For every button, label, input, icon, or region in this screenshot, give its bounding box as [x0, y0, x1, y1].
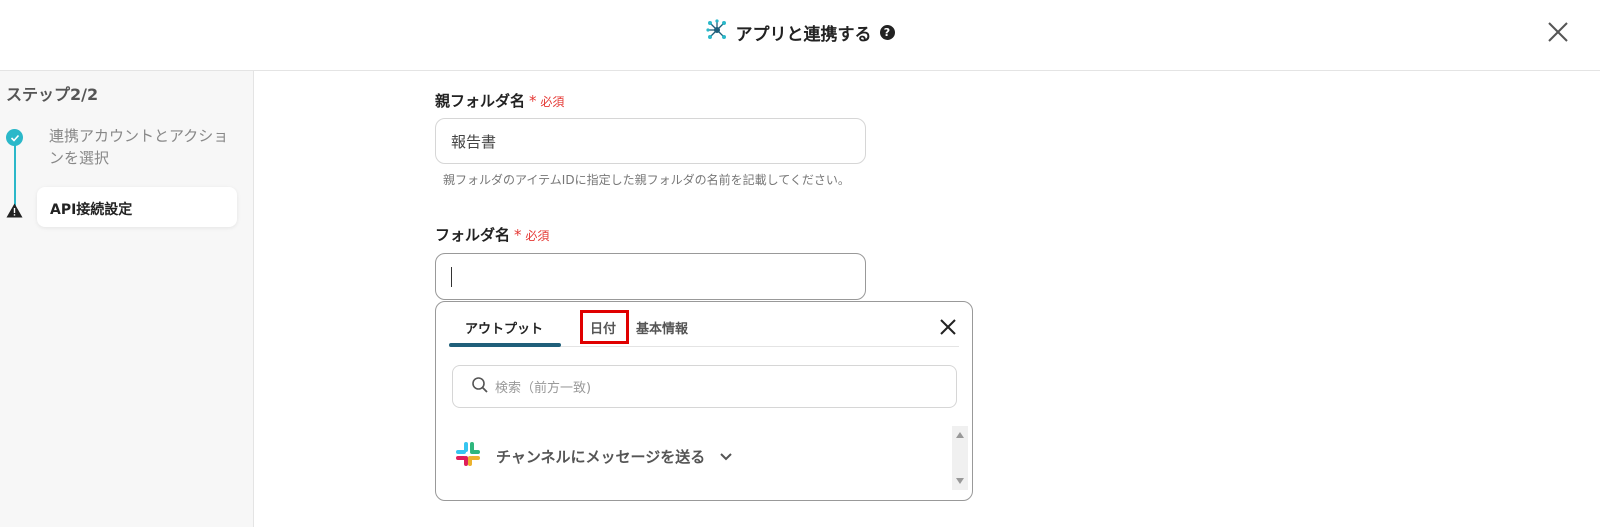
chevron-down-icon[interactable]: [719, 447, 733, 466]
help-icon[interactable]: ?: [879, 25, 895, 40]
step-connector: [14, 139, 16, 209]
scrollbar[interactable]: [952, 426, 968, 490]
step-counter: ステップ2/2: [6, 85, 99, 104]
tab-output[interactable]: アウトプット: [465, 318, 543, 337]
active-tab-indicator: [449, 343, 561, 347]
output-picker-popover: アウトプット 日付 基本情報 検索（前方一致) チャンネルにメッセージを送る: [435, 301, 973, 501]
required-badge: * 必須: [529, 92, 565, 110]
close-icon[interactable]: [1546, 20, 1570, 44]
search-placeholder: 検索（前方一致): [495, 381, 592, 396]
close-icon[interactable]: [938, 317, 958, 337]
search-input[interactable]: 検索（前方一致): [452, 365, 957, 408]
folder-label-text: フォルダ名: [435, 226, 511, 244]
check-icon: [6, 129, 23, 146]
tab-date-highlight: [580, 310, 629, 344]
scroll-down-arrow[interactable]: [956, 478, 964, 484]
title-text: アプリと連携する: [735, 25, 872, 45]
dialog-title: アプリと連携する ?: [0, 19, 1600, 46]
sidebar: ステップ2/2 連携アカウントとアクションを選択 API接続設定: [0, 71, 254, 527]
network-icon: [705, 19, 728, 46]
folder-label: フォルダ名 * 必須: [435, 224, 549, 245]
tab-basic-info[interactable]: 基本情報: [636, 318, 688, 337]
search-icon: [471, 376, 489, 398]
list-item-label: チャンネルにメッセージを送る: [496, 447, 706, 466]
sidebar-step-select-action[interactable]: 連携アカウントとアクションを選択: [49, 125, 229, 169]
parent-folder-hint: 親フォルダのアイテムIDに指定した親フォルダの名前を記載してください。: [443, 173, 850, 187]
tab-bar: アウトプット 日付 基本情報: [449, 302, 959, 347]
warning-icon: [6, 203, 23, 222]
folder-input[interactable]: [435, 253, 866, 300]
parent-folder-value: 報告書: [451, 132, 497, 151]
parent-folder-label: 親フォルダ名 * 必須: [435, 90, 564, 111]
sidebar-step-api-settings[interactable]: API接続設定: [37, 187, 237, 227]
text-cursor: [451, 266, 452, 287]
parent-folder-input[interactable]: 報告書: [435, 118, 866, 164]
slack-icon: [454, 440, 482, 472]
scroll-up-arrow[interactable]: [956, 432, 964, 438]
list-item[interactable]: チャンネルにメッセージを送る: [454, 440, 733, 472]
required-badge: * 必須: [514, 226, 550, 244]
parent-folder-label-text: 親フォルダ名: [435, 92, 526, 110]
top-bar: アプリと連携する ?: [0, 0, 1600, 71]
